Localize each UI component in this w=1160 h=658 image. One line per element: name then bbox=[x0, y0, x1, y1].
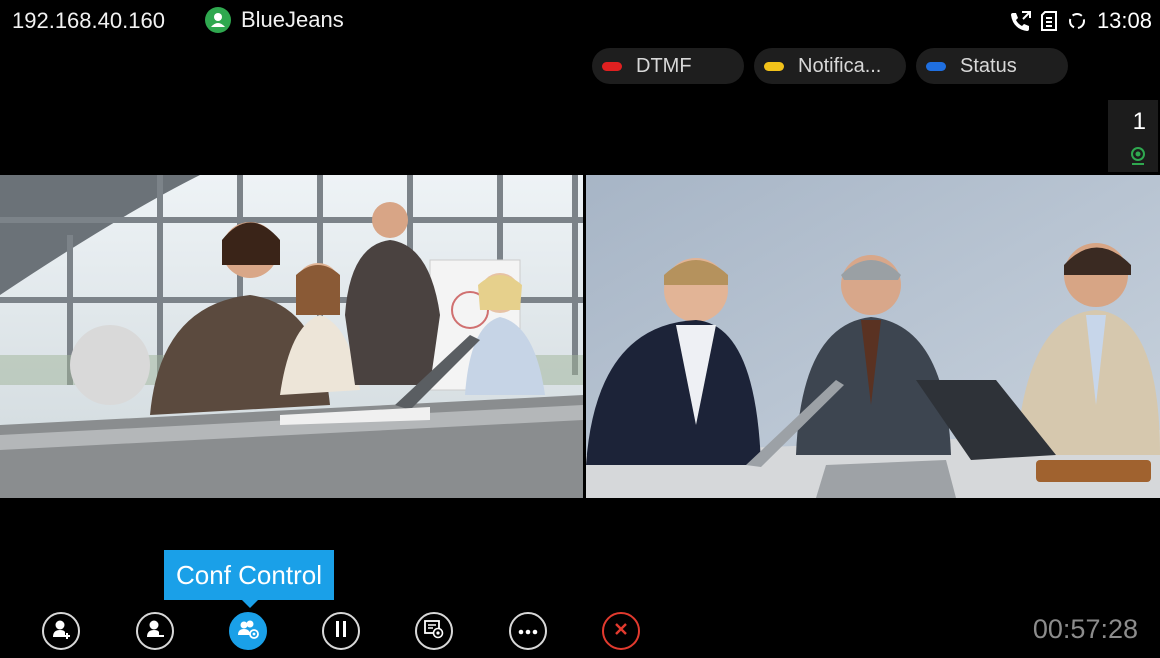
video-feed-right bbox=[586, 175, 1160, 498]
conference-name: BlueJeans bbox=[241, 7, 344, 32]
conf-control-button[interactable] bbox=[229, 612, 267, 650]
conference-icon bbox=[205, 7, 231, 33]
sync-icon bbox=[1067, 11, 1087, 31]
record-button[interactable] bbox=[415, 612, 453, 650]
dtmf-color-dot bbox=[602, 61, 622, 71]
sd-card-icon bbox=[1040, 11, 1057, 31]
conf-control-icon bbox=[236, 618, 260, 645]
close-icon bbox=[614, 622, 628, 641]
notification-color-dot bbox=[764, 61, 784, 71]
layout-number: 1 bbox=[1132, 108, 1146, 135]
conference-indicator: BlueJeans bbox=[205, 6, 344, 34]
add-participant-button[interactable] bbox=[42, 612, 80, 650]
camera-active-icon bbox=[1128, 146, 1148, 171]
call-timer: 00:57:28 bbox=[1032, 614, 1138, 644]
add-person-icon bbox=[50, 618, 72, 645]
tab-status[interactable]: Status bbox=[916, 48, 1068, 84]
more-icon bbox=[518, 622, 538, 640]
clock-time: 13:08 bbox=[1096, 8, 1152, 33]
tab-label: Notifica... bbox=[798, 54, 882, 77]
call-forward-icon bbox=[1009, 11, 1031, 31]
remove-person-icon bbox=[144, 618, 166, 645]
video-feed-left bbox=[0, 175, 583, 498]
tab-label: Status bbox=[960, 54, 1017, 77]
in-call-tabs: DTMF Notifica... Status bbox=[592, 48, 1068, 84]
end-call-button[interactable] bbox=[602, 612, 640, 650]
tab-dtmf[interactable]: DTMF bbox=[592, 48, 744, 84]
remove-participant-button[interactable] bbox=[136, 612, 174, 650]
status-bar: 192.168.40.160 BlueJeans 13:08 bbox=[0, 0, 1160, 40]
hold-button[interactable] bbox=[322, 612, 360, 650]
tab-label: DTMF bbox=[636, 54, 692, 77]
status-color-dot bbox=[926, 61, 946, 71]
ip-address: 192.168.40.160 bbox=[12, 8, 165, 33]
pause-icon bbox=[334, 620, 348, 643]
tab-notifications[interactable]: Notifica... bbox=[754, 48, 906, 84]
system-icons: 13:08 bbox=[1009, 8, 1152, 34]
layout-badge[interactable]: 1 bbox=[1108, 100, 1158, 172]
more-button[interactable] bbox=[509, 612, 547, 650]
conf-control-tooltip: Conf Control bbox=[164, 550, 334, 608]
record-icon bbox=[423, 619, 445, 644]
